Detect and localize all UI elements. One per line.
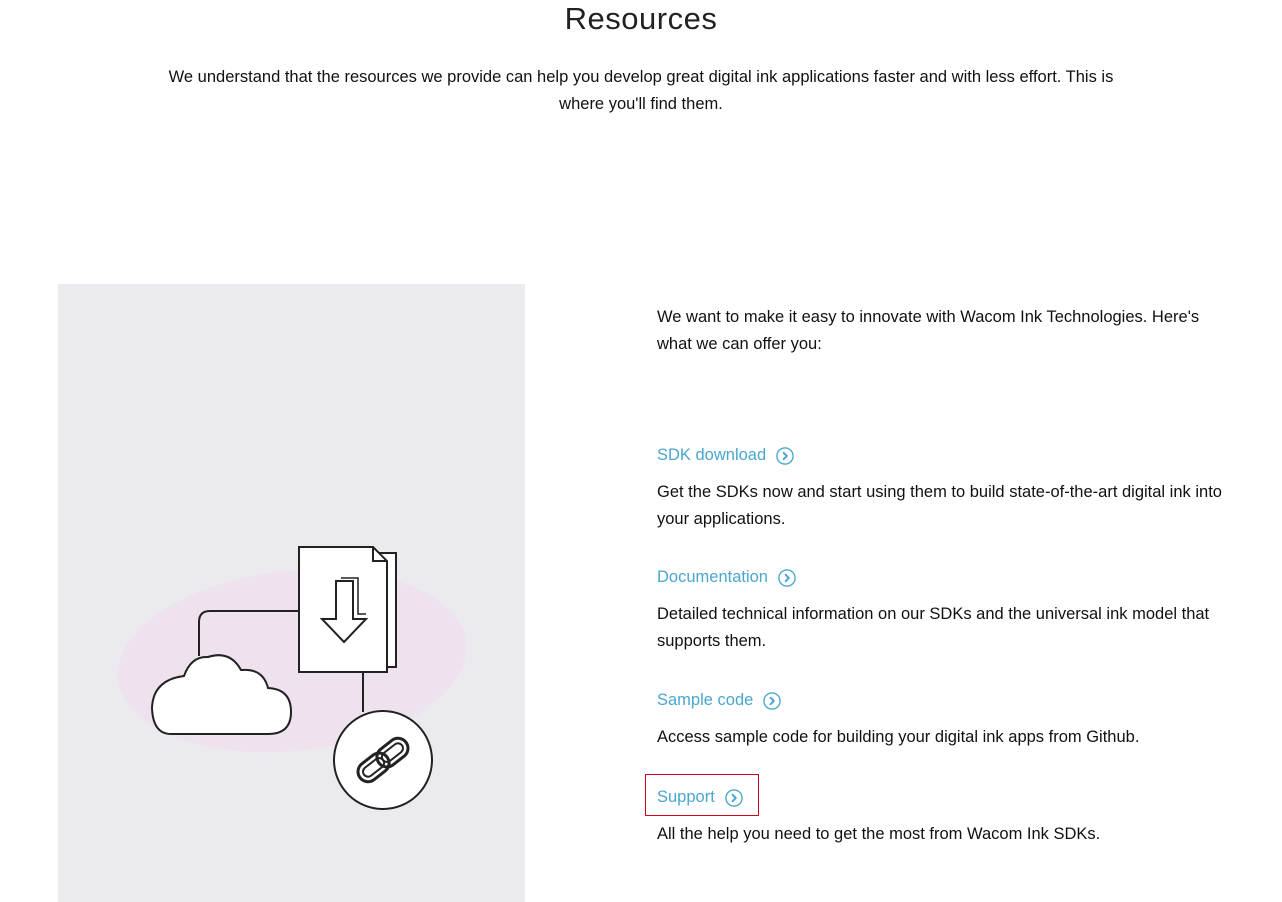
chevron-right-circle-icon [776, 447, 794, 465]
resources-illustration [58, 284, 525, 902]
chevron-right-circle-icon [778, 569, 796, 587]
sdk-download-label: SDK download [657, 446, 767, 464]
chain-link-icon [333, 710, 433, 810]
document-download-icon [298, 546, 397, 673]
resource-sdk-download: SDK download Get the SDKs now and start … [657, 443, 1227, 533]
sdk-download-description: Get the SDKs now and start using them to… [657, 483, 1222, 528]
resource-sample-code: Sample code Access sample code for build… [657, 688, 1227, 751]
documentation-description: Detailed technical information on our SD… [657, 605, 1210, 650]
lead-text: We want to make it easy to innovate with… [657, 308, 1200, 353]
resource-documentation: Documentation Detailed technical informa… [657, 565, 1227, 655]
page-title: Resources [564, 1, 718, 36]
resource-support: Support All the help you need to get the… [645, 774, 1227, 848]
documentation-label: Documentation [657, 568, 768, 586]
support-label: Support [657, 788, 715, 806]
sample-code-description: Access sample code for building your dig… [657, 728, 1140, 746]
sdk-download-link[interactable]: SDK download [657, 443, 794, 467]
sample-code-label: Sample code [657, 691, 754, 709]
chevron-right-circle-icon [763, 692, 782, 710]
intro-text: We understand that the resources we prov… [168, 68, 1114, 113]
support-description: All the help you need to get the most fr… [657, 825, 1101, 843]
documentation-link[interactable]: Documentation [657, 565, 796, 589]
resources-content: We want to make it easy to innovate with… [645, 304, 1227, 843]
chevron-right-circle-icon [725, 789, 743, 807]
sample-code-link[interactable]: Sample code [657, 688, 782, 712]
support-link[interactable]: Support [657, 785, 743, 809]
